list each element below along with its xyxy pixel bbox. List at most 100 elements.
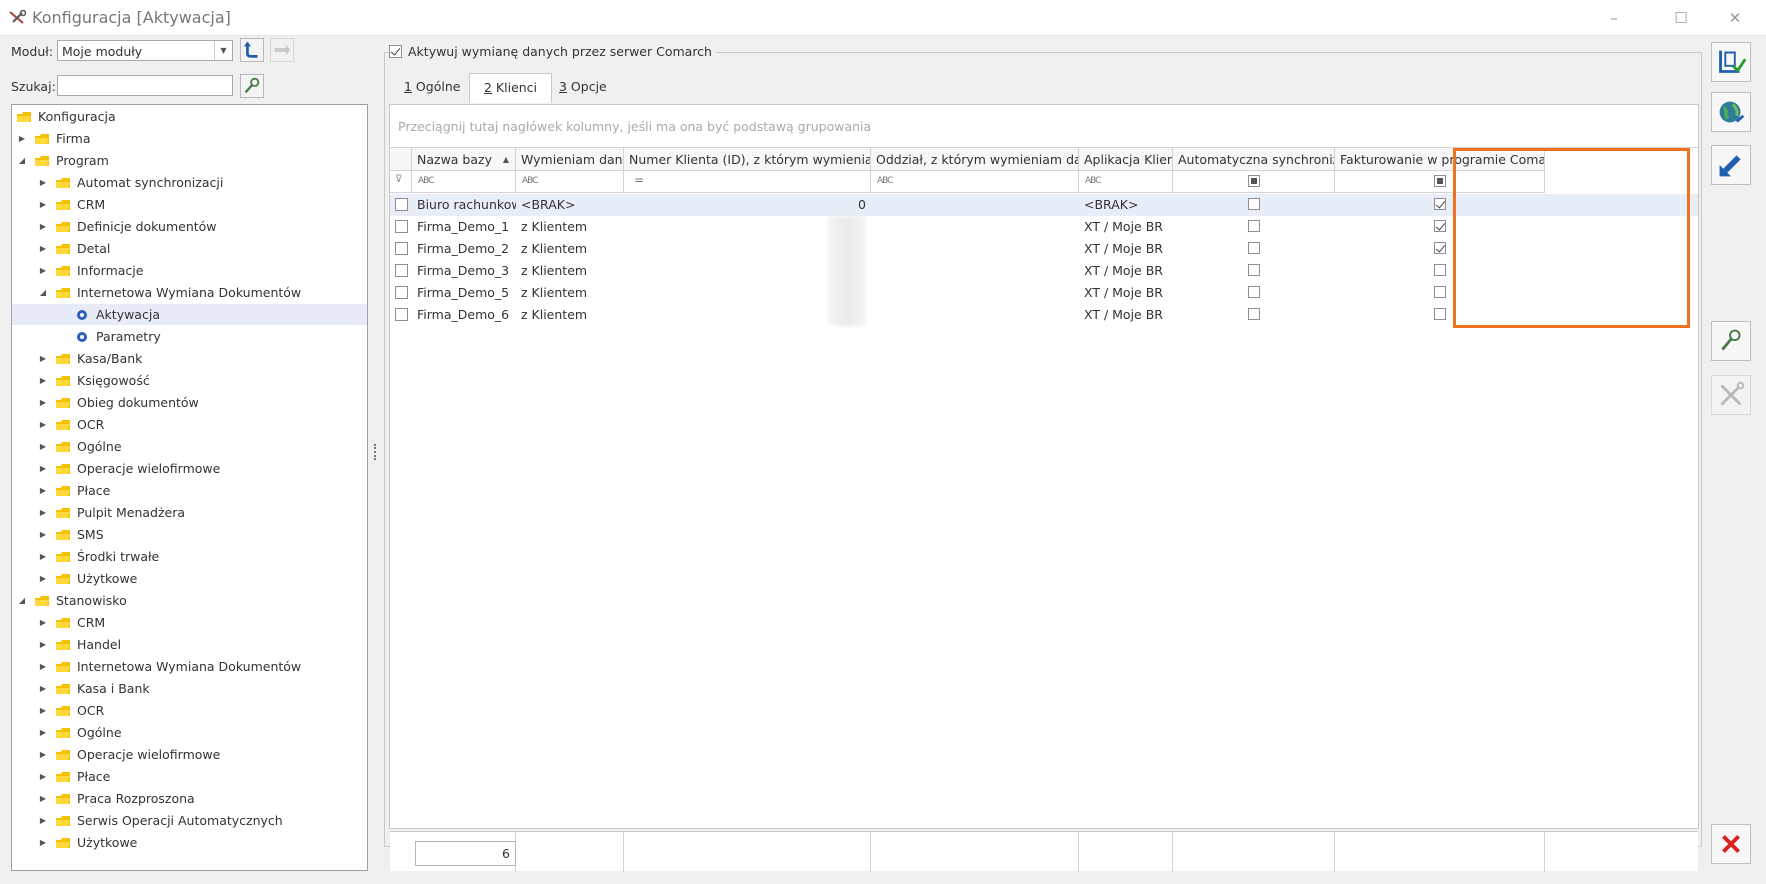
tree-item[interactable]: ▶ Detal [12, 238, 110, 259]
auto-sync-checkbox[interactable] [1248, 264, 1260, 276]
tree-item[interactable]: ▶ Praca Rozproszona [12, 788, 195, 809]
col-app-cell[interactable]: XT / Moje BR [1079, 304, 1173, 326]
col-app-cell[interactable]: XT / Moje BR [1079, 238, 1173, 260]
search-button[interactable] [240, 74, 264, 98]
col-select-header[interactable] [390, 148, 412, 171]
col-database-filter[interactable]: ABC [412, 171, 516, 193]
col-database-cell[interactable]: Biuro rachunkowe [412, 194, 516, 216]
auto-sync-checkbox[interactable] [1248, 308, 1260, 320]
invoicing-checkbox[interactable] [1434, 286, 1446, 298]
col-exchange-cell[interactable]: z Klientem [516, 282, 624, 304]
auto-sync-checkbox[interactable] [1248, 198, 1260, 210]
tree-item[interactable]: ▶ Firma [12, 128, 91, 149]
col-database-cell[interactable]: Firma_Demo_1 [412, 216, 516, 238]
chevron-down-icon[interactable]: ▼ [214, 41, 232, 60]
tree-item[interactable]: ▶ Informacje [12, 260, 144, 281]
col-database-cell[interactable]: Firma_Demo_6 [412, 304, 516, 326]
expand-icon[interactable]: ▶ [37, 551, 49, 563]
invoicing-checkbox[interactable] [1434, 264, 1446, 276]
col-app-filter[interactable]: ABC [1079, 171, 1173, 193]
tree-item[interactable]: ▶ Serwis Operacji Automatycznych [12, 810, 283, 831]
activate-checkbox[interactable] [389, 45, 402, 58]
module-select[interactable]: Moje moduły ▼ [57, 40, 233, 61]
tree-item[interactable]: ▶ Środki trwałe [12, 546, 159, 567]
col-branch-cell[interactable] [871, 238, 1079, 260]
col-auto-sync-header[interactable]: Automatyczna synchronizacja [1173, 148, 1335, 171]
tree-item[interactable]: ▶ Operacje wielofirmowe [12, 744, 220, 765]
col-branch-cell[interactable] [871, 304, 1079, 326]
invoicing-checkbox[interactable] [1434, 220, 1446, 232]
tree-item[interactable]: ▶ Automat synchronizacji [12, 172, 223, 193]
cancel-button[interactable] [1711, 824, 1751, 864]
collapse-icon[interactable]: ◢ [16, 155, 28, 167]
expand-icon[interactable]: ▶ [37, 507, 49, 519]
col-exchange-header[interactable]: Wymieniam dane [516, 148, 624, 171]
col-branch-cell[interactable] [871, 282, 1079, 304]
back-button[interactable] [240, 38, 264, 62]
expand-icon[interactable]: ▶ [37, 639, 49, 651]
expand-icon[interactable]: ▶ [37, 177, 49, 189]
expand-icon[interactable]: ▶ [37, 771, 49, 783]
expand-icon[interactable]: ▶ [37, 683, 49, 695]
tree-item[interactable]: ▶ Ogólne [12, 436, 122, 457]
tree-item[interactable]: ▶ Internetowa Wymiana Dokumentów [12, 656, 301, 677]
expand-icon[interactable]: ▶ [37, 353, 49, 365]
tree-item[interactable]: ▶ SMS [12, 524, 104, 545]
panel-splitter[interactable] [374, 444, 377, 460]
col-branch-cell[interactable] [871, 260, 1079, 282]
search-input[interactable] [57, 75, 233, 96]
auto-sync-checkbox[interactable] [1248, 242, 1260, 254]
pin-button[interactable] [1711, 321, 1751, 361]
activate-option[interactable]: Aktywuj wymianę danych przez serwer Coma… [389, 44, 716, 59]
auto-sync-checkbox[interactable] [1248, 220, 1260, 232]
tree-item[interactable]: ▶ Kasa/Bank [12, 348, 143, 369]
col-app-cell[interactable]: XT / Moje BR [1079, 216, 1173, 238]
tree-item[interactable]: ▶ OCR [12, 414, 104, 435]
expand-icon[interactable]: ▶ [37, 265, 49, 277]
expand-icon[interactable]: ▶ [37, 727, 49, 739]
tree-item[interactable]: ▶ CRM [12, 194, 105, 215]
col-exchange-cell[interactable]: z Klientem [516, 216, 624, 238]
expand-icon[interactable]: ▶ [37, 529, 49, 541]
expand-icon[interactable]: ▶ [37, 375, 49, 387]
invoicing-checkbox[interactable] [1434, 308, 1446, 320]
tree-item[interactable]: ◢ Internetowa Wymiana Dokumentów [12, 282, 301, 303]
row-select-checkbox[interactable] [395, 198, 408, 211]
undo-button[interactable] [1711, 145, 1751, 185]
col-branch-filter[interactable]: ABC [871, 171, 1079, 193]
invoicing-checkbox[interactable] [1434, 198, 1446, 210]
forward-button[interactable] [270, 38, 294, 62]
col-database-cell[interactable]: Firma_Demo_3 [412, 260, 516, 282]
expand-icon[interactable]: ▶ [37, 441, 49, 453]
auto-sync-checkbox[interactable] [1248, 286, 1260, 298]
col-exchange-filter[interactable]: ABC [516, 171, 624, 193]
minimize-button[interactable]: – [1599, 6, 1629, 30]
col-branch-header[interactable]: Oddział, z którym wymieniam dane [871, 148, 1079, 171]
expand-icon[interactable]: ▶ [37, 397, 49, 409]
collapse-icon[interactable]: ◢ [37, 287, 49, 299]
tree-item[interactable]: ▶ Obieg dokumentów [12, 392, 199, 413]
tab-options[interactable]: 3 Opcje [545, 73, 621, 101]
tree-item[interactable]: ▶ Definicje dokumentów [12, 216, 217, 237]
col-branch-cell[interactable] [871, 216, 1079, 238]
globe-button[interactable] [1711, 92, 1751, 132]
col-exchange-cell[interactable]: z Klientem [516, 260, 624, 282]
expand-icon[interactable]: ▶ [37, 749, 49, 761]
tree-item[interactable]: ▶ Płace [12, 480, 110, 501]
col-database-cell[interactable]: Firma_Demo_2 [412, 238, 516, 260]
tree-item[interactable]: Konfiguracja [12, 106, 116, 127]
save-button[interactable] [1711, 42, 1751, 82]
group-by-hint[interactable]: Przeciągnij tutaj nagłówek kolumny, jeśl… [398, 119, 871, 134]
tree-item[interactable]: ▶ Użytkowe [12, 568, 137, 589]
col-client-id-header[interactable]: Numer Klienta (ID), z którym wymieniam d… [624, 148, 871, 171]
expand-icon[interactable]: ▶ [37, 617, 49, 629]
col-auto-sync-filter[interactable] [1173, 171, 1335, 193]
col-database-cell[interactable]: Firma_Demo_5 [412, 282, 516, 304]
expand-icon[interactable]: ▶ [37, 837, 49, 849]
tree-item[interactable]: Parametry [12, 326, 161, 347]
tab-clients[interactable]: 2 Klienci [469, 73, 553, 103]
tree-item[interactable]: ▶ Handel [12, 634, 121, 655]
tree-item[interactable]: ▶ Ogólne [12, 722, 122, 743]
col-exchange-cell[interactable]: <BRAK> [516, 194, 624, 216]
col-app-header[interactable]: Aplikacja Klienta [1079, 148, 1173, 171]
